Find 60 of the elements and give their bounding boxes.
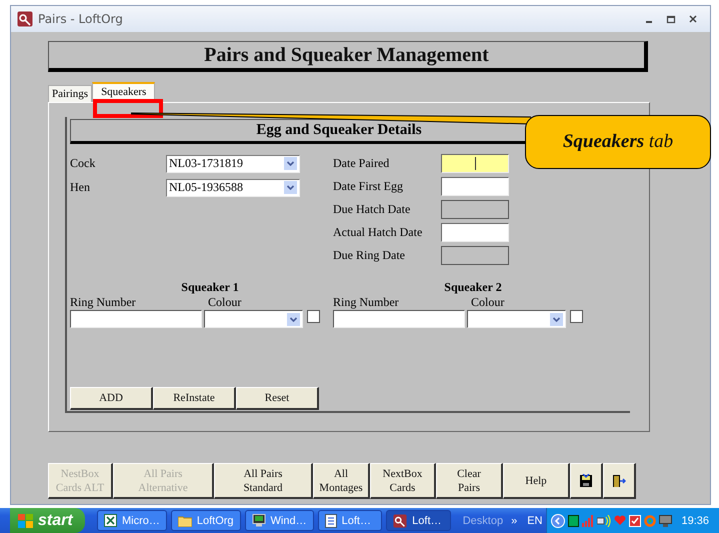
toolbar-button[interactable]: All Pairs Standard bbox=[214, 463, 313, 499]
colour-dropdown[interactable] bbox=[204, 310, 304, 328]
computer-icon bbox=[252, 514, 266, 527]
language-indicator[interactable]: EN bbox=[527, 514, 542, 526]
toolbar-button[interactable]: NextBox Cards bbox=[370, 463, 436, 499]
section-title: Egg and Squeaker Details bbox=[256, 122, 422, 139]
taskbar-item[interactable]: Loft… bbox=[386, 510, 451, 531]
toolbar-button[interactable]: Clear Pairs bbox=[436, 463, 503, 499]
field-label: Actual Hatch Date bbox=[333, 225, 424, 240]
monitor-icon[interactable] bbox=[659, 514, 672, 526]
form-button[interactable]: ADD bbox=[70, 387, 153, 410]
field-label: Date Paired bbox=[333, 156, 390, 171]
callout-text: Squeakers tab bbox=[562, 131, 674, 153]
spreadsheet-icon bbox=[104, 514, 117, 527]
network-icon[interactable] bbox=[597, 514, 612, 526]
taskbar-item[interactable]: Micro… bbox=[96, 510, 167, 531]
ring-number-field[interactable] bbox=[70, 310, 202, 328]
save-button[interactable] bbox=[570, 463, 603, 499]
window-title: Pairs - LoftOrg bbox=[38, 12, 124, 26]
field-label: Hen bbox=[70, 180, 91, 195]
field-label: Ring Number bbox=[333, 295, 400, 310]
taskbar-item[interactable]: Loft… bbox=[318, 510, 382, 531]
date-field[interactable] bbox=[441, 177, 509, 196]
tab[interactable]: Pairings bbox=[48, 85, 92, 102]
checkbox[interactable] bbox=[307, 310, 320, 323]
checkbox[interactable] bbox=[570, 310, 583, 323]
exit-door-icon bbox=[612, 474, 626, 488]
exit-button[interactable] bbox=[603, 463, 636, 499]
header-title: Pairs and Squeaker Management bbox=[204, 44, 489, 66]
form-button[interactable]: Reset bbox=[236, 387, 319, 410]
maximize-icon[interactable] bbox=[666, 14, 676, 24]
squeaker-title: Squeaker 1 bbox=[180, 280, 240, 295]
document-icon bbox=[324, 514, 337, 528]
field-label: Due Hatch Date bbox=[333, 202, 412, 217]
ring-number-field[interactable] bbox=[333, 310, 466, 328]
date-field bbox=[441, 200, 509, 219]
toolbar-button[interactable]: All Montages bbox=[313, 463, 370, 499]
taskbar-item[interactable]: Wind… bbox=[244, 510, 314, 531]
date-field[interactable] bbox=[441, 154, 509, 173]
field-label: Cock bbox=[70, 156, 96, 171]
toolbar-chevron[interactable]: » bbox=[511, 514, 518, 526]
date-field[interactable] bbox=[441, 223, 509, 242]
field-label: Colour bbox=[208, 295, 242, 310]
field-label: Colour bbox=[471, 295, 504, 310]
dropdown-field[interactable]: NL03-1731819 bbox=[166, 154, 300, 172]
shield-icon[interactable] bbox=[629, 514, 642, 526]
form-button[interactable]: ReInstate bbox=[153, 387, 236, 410]
squeaker-title: Squeaker 2 bbox=[443, 280, 503, 295]
clock: 19:36 bbox=[681, 514, 709, 526]
date-field bbox=[441, 246, 509, 265]
dropdown-field[interactable]: NL05-1936588 bbox=[166, 178, 300, 196]
colour-dropdown[interactable] bbox=[467, 310, 566, 328]
taskbar-item[interactable]: LoftOrg bbox=[170, 510, 241, 531]
close-icon[interactable] bbox=[688, 14, 698, 24]
field-label: Ring Number bbox=[70, 295, 137, 310]
windows-flag-icon bbox=[18, 514, 33, 528]
field-label: Due Ring Date bbox=[333, 248, 406, 263]
field-label: Date First Egg bbox=[333, 179, 404, 194]
toolbar-button[interactable]: Help bbox=[503, 463, 570, 499]
folder-icon bbox=[178, 514, 192, 526]
